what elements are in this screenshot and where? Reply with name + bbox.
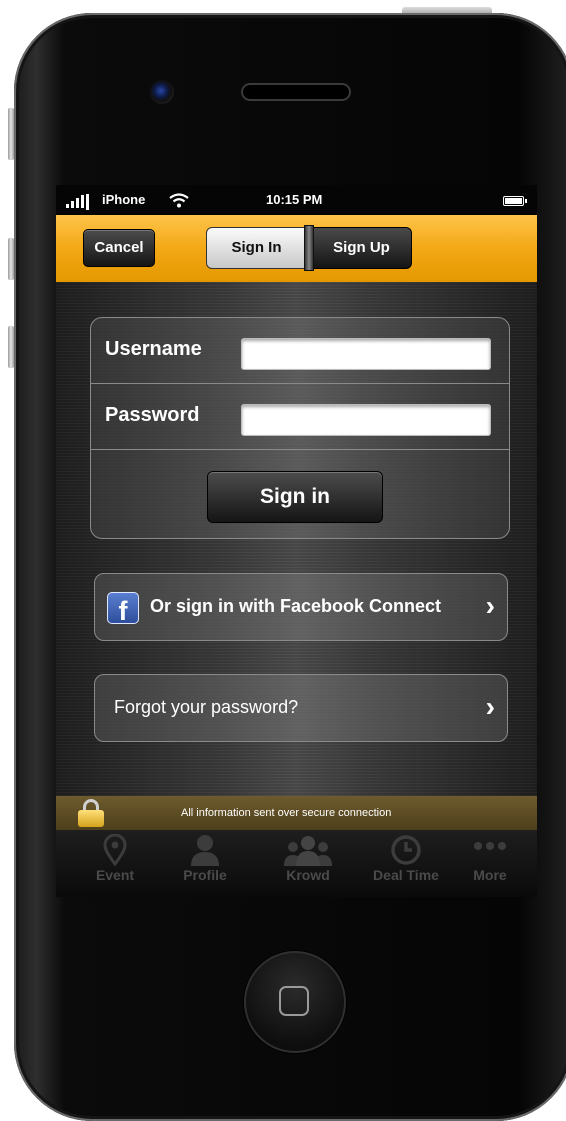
sign-in-up-segmented-control: Sign In Sign Up — [206, 225, 412, 271]
cancel-button[interactable]: Cancel — [83, 229, 155, 267]
front-camera — [150, 80, 174, 104]
chevron-right-icon: › — [485, 590, 495, 621]
carrier-name: iPhone — [102, 192, 146, 207]
person-icon — [191, 835, 219, 866]
status-bar: iPhone 10:15 PM — [56, 185, 537, 215]
phone-screen: iPhone 10:15 PM Cancel Sign In Sign Up U… — [56, 185, 537, 897]
facebook-connect-button[interactable]: f Or sign in with Facebook Connect › — [94, 573, 508, 641]
tab-more-label: More — [473, 867, 507, 883]
tab-deal-time[interactable]: Deal Time — [366, 834, 446, 896]
lock-icon — [76, 799, 106, 827]
facebook-icon: f — [107, 592, 139, 624]
forgot-password-label: Forgot your password? — [114, 697, 299, 717]
tab-event-label: Event — [95, 867, 135, 883]
password-input[interactable] — [241, 404, 491, 436]
secure-connection-text: All information sent over secure connect… — [181, 807, 392, 819]
facebook-connect-label: Or sign in with Facebook Connect — [150, 596, 442, 616]
navigation-bar: Cancel Sign In Sign Up — [56, 215, 537, 282]
clock-icon — [391, 835, 421, 865]
segment-sign-up[interactable]: Sign Up — [311, 227, 412, 269]
tab-profile-label: Profile — [183, 867, 227, 883]
sign-in-button[interactable]: Sign in — [207, 471, 383, 523]
password-row: Password — [91, 384, 509, 450]
tab-krowd[interactable]: Krowd — [267, 834, 349, 896]
username-label: Username — [105, 338, 202, 360]
chevron-right-icon: › — [485, 691, 495, 722]
mute-switch — [8, 108, 14, 160]
secure-connection-bar: All information sent over secure connect… — [56, 796, 537, 830]
segment-divider — [304, 225, 314, 271]
status-time: 10:15 PM — [266, 192, 323, 207]
wifi-icon — [169, 193, 189, 208]
forgot-password-button[interactable]: Forgot your password? › — [94, 674, 508, 742]
home-square-icon — [279, 986, 309, 1016]
battery-icon — [503, 196, 527, 206]
group-icon — [284, 836, 332, 866]
login-form: Username Password Sign in — [90, 317, 510, 539]
password-label: Password — [105, 404, 200, 426]
location-pin-icon — [103, 834, 127, 866]
segment-sign-in[interactable]: Sign In — [206, 227, 307, 269]
tab-more[interactable]: More — [460, 834, 520, 896]
username-input[interactable] — [241, 338, 491, 370]
more-dots-icon — [474, 842, 506, 850]
earpiece-speaker — [241, 83, 351, 101]
home-button — [244, 951, 346, 1053]
tab-profile[interactable]: Profile — [164, 834, 246, 896]
volume-down-button — [8, 326, 14, 368]
tab-deal-time-label: Deal Time — [373, 867, 439, 883]
tab-event[interactable]: Event — [74, 834, 156, 896]
main-content: Username Password Sign in f Or sign in w… — [56, 282, 537, 796]
tab-bar: Event Profile Krowd Deal Time More — [56, 830, 537, 897]
volume-up-button — [8, 238, 14, 280]
tab-krowd-label: Krowd — [286, 867, 330, 883]
username-row: Username — [91, 318, 509, 384]
